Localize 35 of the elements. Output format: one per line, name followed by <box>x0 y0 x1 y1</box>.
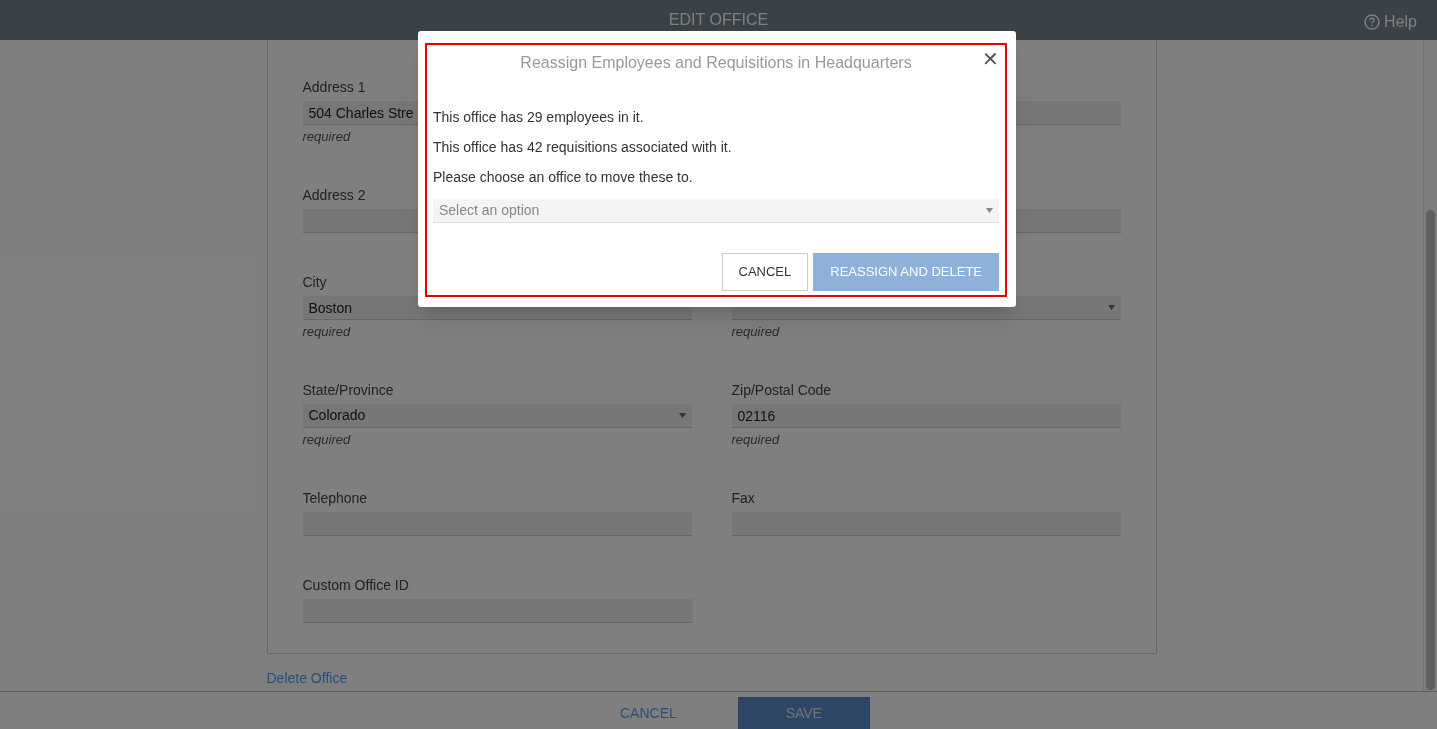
dialog-message: This office has 29 employees in it. <box>433 108 644 127</box>
input-field[interactable]: 02116 <box>731 404 1121 428</box>
required-note: required <box>302 323 352 341</box>
field-label: Address 1 <box>302 78 367 97</box>
delete-office-link[interactable]: Delete Office <box>266 670 348 686</box>
save-button[interactable]: SAVE <box>737 697 870 729</box>
close-button[interactable]: ✕ <box>982 47 999 71</box>
field-label: Custom Office ID <box>302 576 410 595</box>
required-note: required <box>731 323 781 341</box>
cancel-button[interactable]: CANCEL <box>612 697 685 729</box>
required-note: required <box>731 431 781 449</box>
input-field[interactable] <box>731 512 1121 536</box>
caret-icon <box>986 208 993 213</box>
field-label: Fax <box>731 489 756 508</box>
office-select[interactable]: Select an option <box>433 199 999 223</box>
caret-icon <box>678 413 686 418</box>
select-field[interactable]: Colorado <box>302 404 692 428</box>
input-field[interactable] <box>302 599 693 623</box>
field-label: State/Province <box>302 381 395 400</box>
field-label: City <box>302 273 328 292</box>
scrollbar-thumb[interactable] <box>1426 210 1435 690</box>
required-note: required <box>302 128 352 146</box>
cancel-button[interactable]: CANCEL <box>721 253 809 291</box>
field-label: Telephone <box>302 489 369 508</box>
input-field[interactable] <box>302 512 692 536</box>
field-label: Zip/Postal Code <box>731 381 833 400</box>
dialog-message: Please choose an office to move these to. <box>433 168 693 187</box>
field-label: Address 2 <box>302 186 367 205</box>
help-link[interactable]: Help <box>1364 10 1417 34</box>
page-title: EDIT OFFICE <box>668 10 769 30</box>
required-note: required <box>302 431 352 449</box>
dialog-title: Reassign Employees and Requisitions in Headquarters <box>520 53 912 73</box>
help-icon <box>1364 14 1381 30</box>
dialog-message: This office has 42 requisitions associated with it. <box>433 138 732 157</box>
caret-icon <box>1107 305 1115 310</box>
